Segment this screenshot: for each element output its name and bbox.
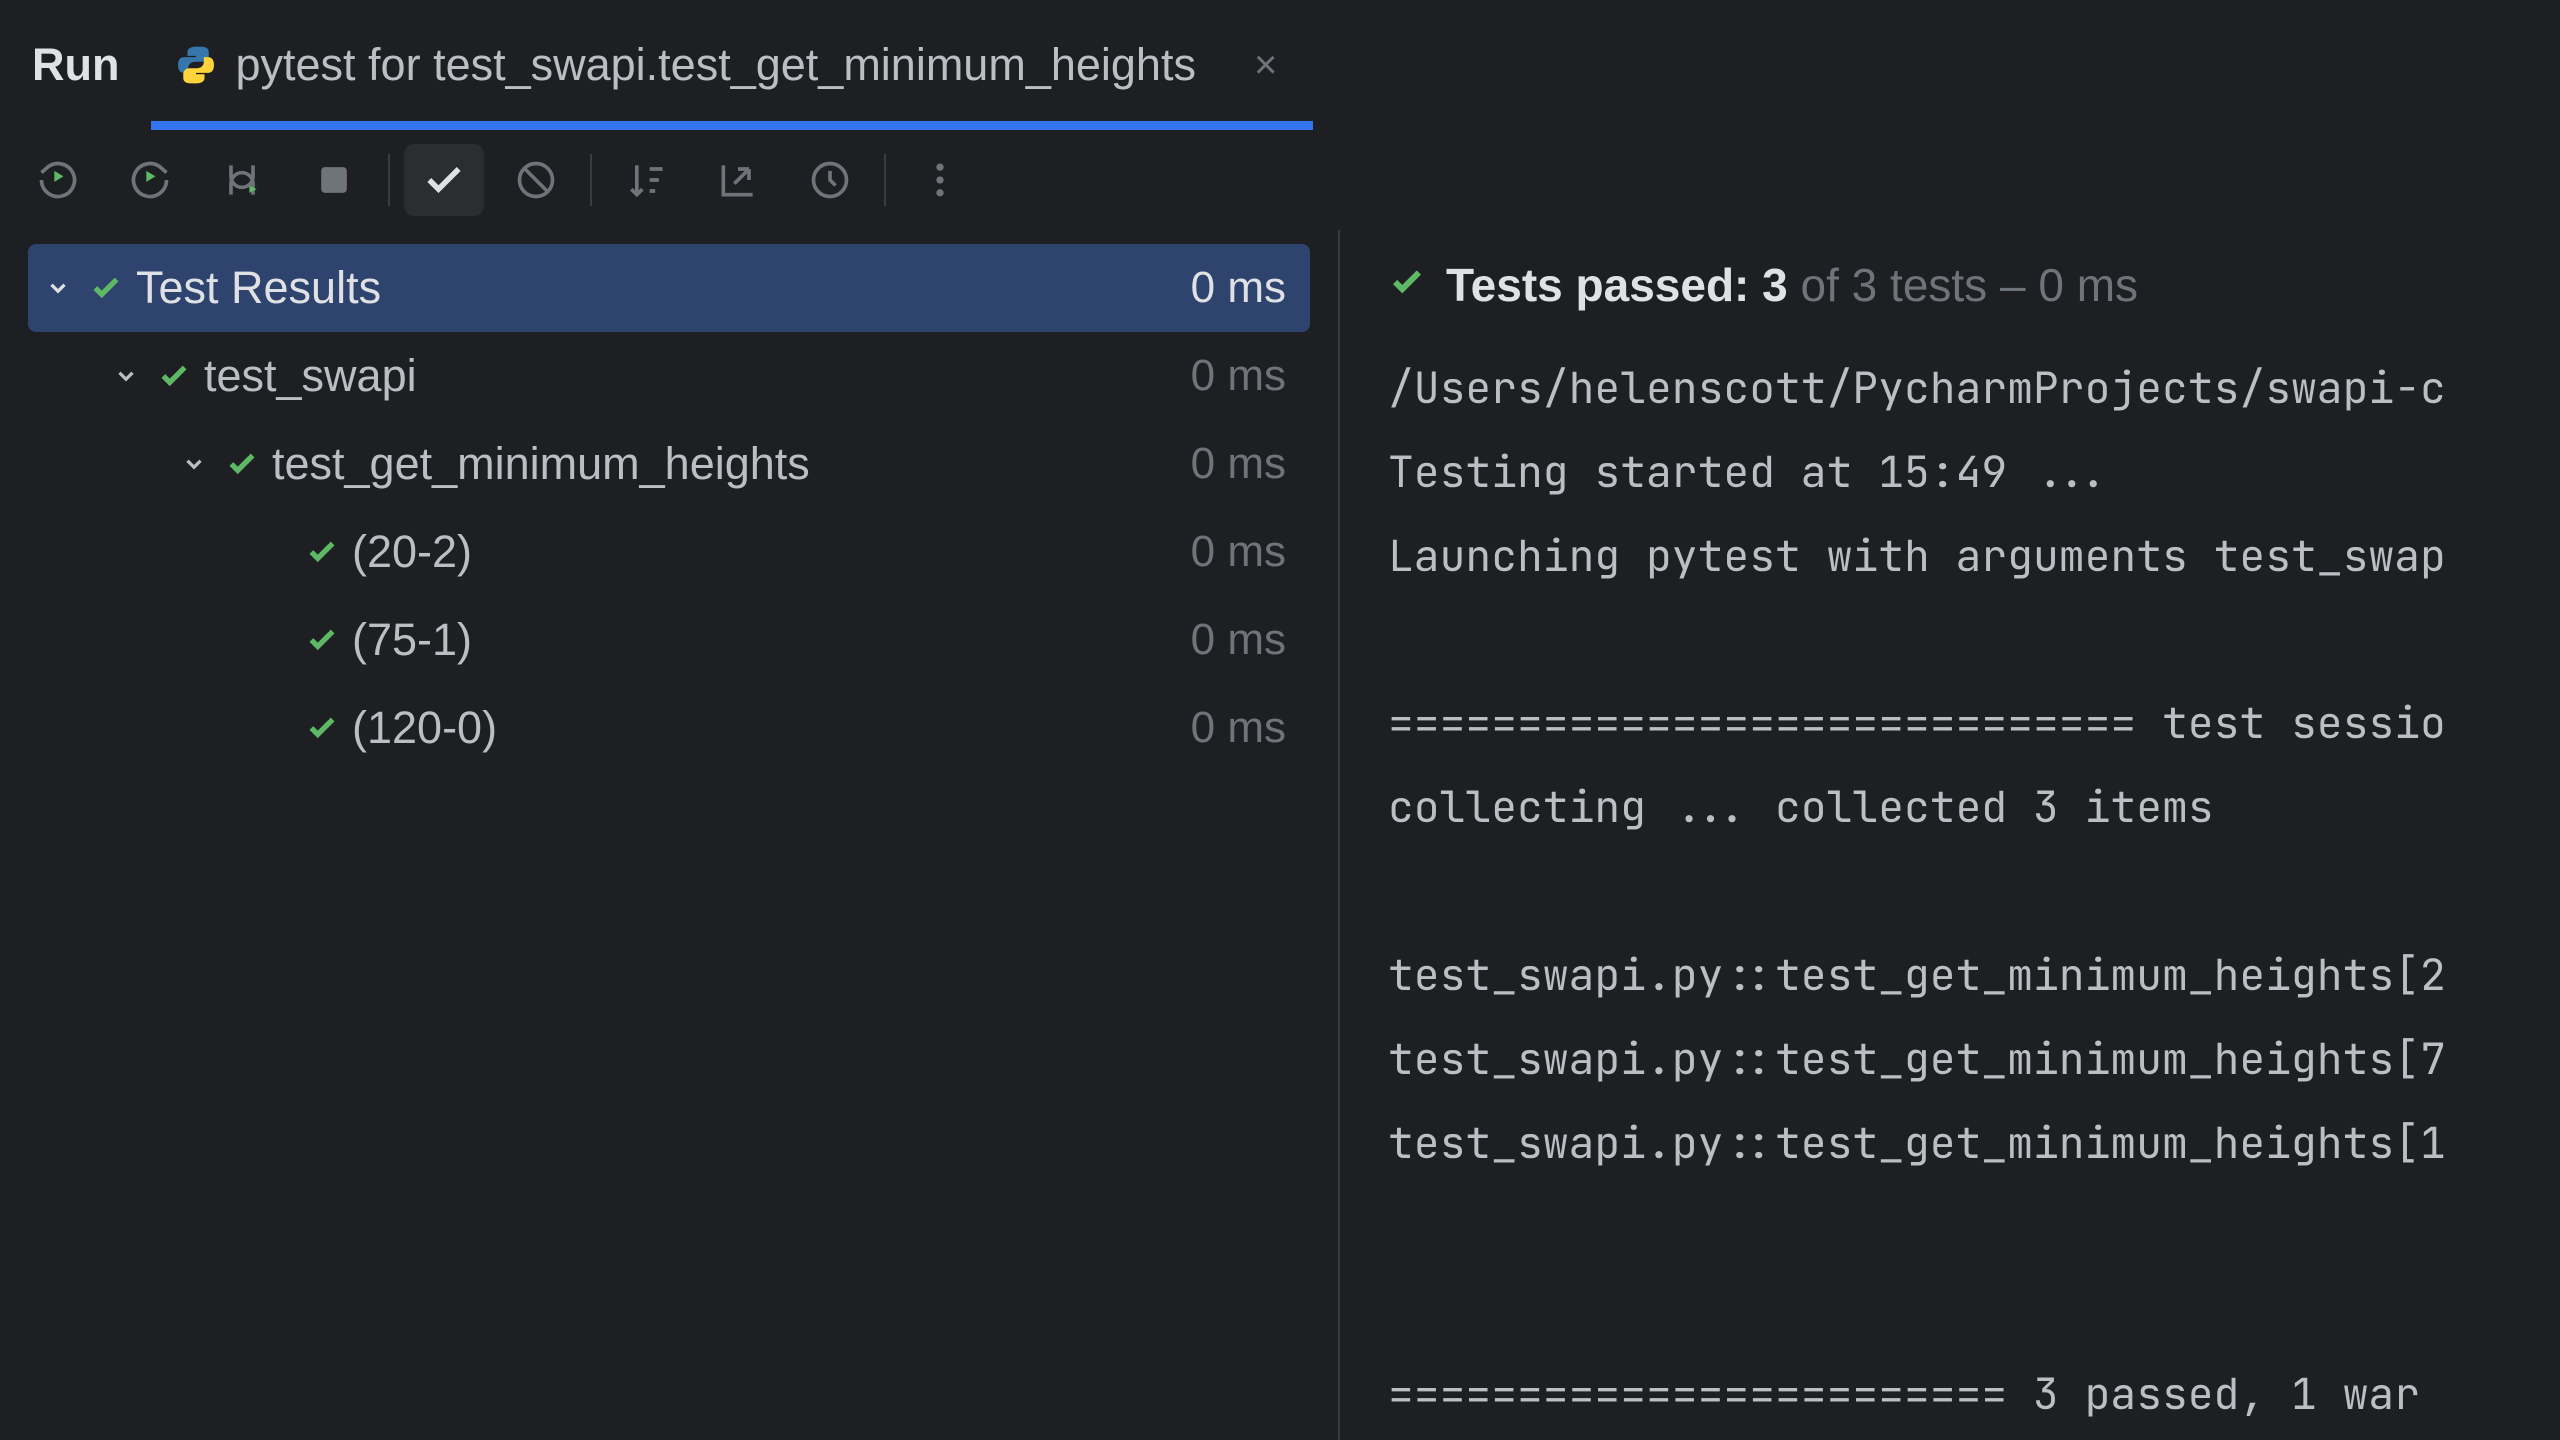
- chevron-down-icon: [108, 358, 144, 394]
- test-case-row[interactable]: (75-1) 0 ms: [28, 596, 1310, 684]
- test-case-row[interactable]: (120-0) 0 ms: [28, 684, 1310, 772]
- check-icon: [304, 622, 340, 658]
- test-case-row[interactable]: (20-2) 0 ms: [28, 508, 1310, 596]
- main-split: Test Results 0 ms test_swapi 0 ms test_g…: [0, 230, 2560, 1440]
- tree-label: (75-1): [352, 614, 1191, 666]
- tree-time: 0 ms: [1191, 439, 1286, 489]
- tree-label: test_get_minimum_heights: [272, 438, 1191, 490]
- expand-all-button[interactable]: [698, 144, 778, 216]
- toolbar-divider: [590, 154, 592, 206]
- stop-button[interactable]: [294, 144, 374, 216]
- header-bar: Run pytest for test_swapi.test_get_minim…: [0, 0, 2560, 130]
- show-ignored-button[interactable]: [496, 144, 576, 216]
- chevron-down-icon: [40, 270, 76, 306]
- tree-label: Test Results: [136, 262, 1191, 314]
- check-icon: [304, 534, 340, 570]
- check-icon: [1388, 258, 1426, 312]
- tests-summary: Tests passed: 3 of 3 tests – 0 ms: [1388, 258, 2560, 312]
- tree-time: 0 ms: [1191, 703, 1286, 753]
- chevron-down-icon: [176, 446, 212, 482]
- tree-time: 0 ms: [1191, 527, 1286, 577]
- toolbar-divider: [388, 154, 390, 206]
- more-options-button[interactable]: [900, 144, 980, 216]
- of-total-label: of 3 tests – 0 ms: [1788, 259, 2138, 311]
- run-tab[interactable]: pytest for test_swapi.test_get_minimum_h…: [151, 0, 1313, 130]
- tree-label: (20-2): [352, 526, 1191, 578]
- rerun-failed-button[interactable]: [110, 144, 190, 216]
- test-history-button[interactable]: [790, 144, 870, 216]
- run-tool-window-label: Run: [0, 39, 151, 91]
- console-panel: Tests passed: 3 of 3 tests – 0 ms /Users…: [1340, 230, 2560, 1440]
- rerun-button[interactable]: [18, 144, 98, 216]
- test-tree-panel: Test Results 0 ms test_swapi 0 ms test_g…: [0, 230, 1340, 1440]
- run-tab-title: pytest for test_swapi.test_get_minimum_h…: [235, 39, 1195, 91]
- test-suite-row[interactable]: test_swapi 0 ms: [28, 332, 1310, 420]
- toolbar-divider: [884, 154, 886, 206]
- test-toolbar: [0, 130, 2560, 230]
- check-icon: [156, 358, 192, 394]
- close-icon[interactable]: ×: [1214, 43, 1289, 88]
- tree-time: 0 ms: [1191, 263, 1286, 313]
- show-passed-button[interactable]: [404, 144, 484, 216]
- toggle-auto-test-button[interactable]: [202, 144, 282, 216]
- check-icon: [304, 710, 340, 746]
- tree-time: 0 ms: [1191, 615, 1286, 665]
- python-icon: [175, 44, 217, 86]
- passed-label: Tests passed: 3: [1446, 259, 1788, 311]
- test-results-root[interactable]: Test Results 0 ms: [28, 244, 1310, 332]
- tree-time: 0 ms: [1191, 351, 1286, 401]
- tree-label: test_swapi: [204, 350, 1191, 402]
- check-icon: [88, 270, 124, 306]
- console-output[interactable]: /Users/helenscott/PycharmProjects/swapi-…: [1388, 346, 2560, 1436]
- sort-button[interactable]: [606, 144, 686, 216]
- test-function-row[interactable]: test_get_minimum_heights 0 ms: [28, 420, 1310, 508]
- check-icon: [224, 446, 260, 482]
- tree-label: (120-0): [352, 702, 1191, 754]
